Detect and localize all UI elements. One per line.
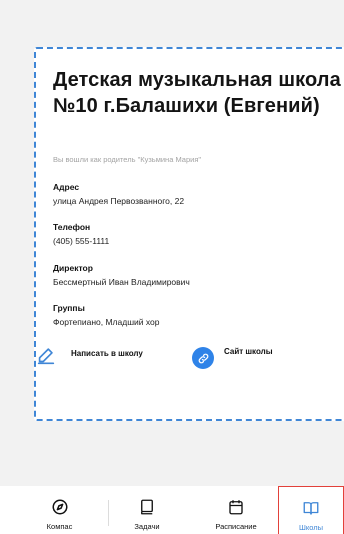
address-value: улица Андрея Первозванного, 22: [53, 196, 185, 206]
school-site-button[interactable]: Сайт школы: [224, 347, 284, 357]
nav-item-compass[interactable]: Компас: [32, 486, 87, 534]
link-icon[interactable]: [192, 347, 214, 369]
nav-divider: [108, 500, 109, 526]
nav-label-schedule: Расписание: [215, 522, 257, 531]
phone-label: Телефон: [53, 222, 91, 232]
calendar-icon: [229, 500, 243, 515]
open-book-icon: [303, 502, 319, 515]
phone-field: Телефон (405) 555-1111: [53, 222, 109, 247]
book-icon: [141, 499, 153, 515]
director-label: Директор: [53, 263, 93, 273]
nav-item-schedule[interactable]: Расписание: [198, 486, 274, 534]
nav-item-tasks[interactable]: Задачи: [122, 486, 172, 534]
write-to-school-button[interactable]: Написать в школу: [71, 349, 143, 359]
compass-icon: [52, 499, 67, 515]
school-title: Детская музыкальная школа №10 г.Балашихи…: [53, 69, 341, 117]
school-card: Детская музыкальная школа №10 г.Балашихи…: [34, 47, 344, 421]
address-field: Адрес улица Андрея Первозванного, 22: [53, 182, 184, 207]
phone-value[interactable]: (405) 555-1111: [53, 235, 109, 247]
director-value: Бессмертный Иван Владимирович: [53, 277, 190, 287]
nav-item-schools[interactable]: Школы: [278, 486, 344, 534]
groups-field: Группы Фортепиано, Младший хор: [53, 303, 160, 328]
bottom-nav: Компас Задачи Расписание Школы: [0, 486, 344, 534]
groups-value: Фортепиано, Младший хор: [53, 317, 160, 327]
groups-label: Группы: [53, 303, 85, 313]
edit-icon[interactable]: [35, 345, 57, 367]
director-field: Директор Бессмертный Иван Владимирович: [53, 263, 190, 288]
nav-label-compass: Компас: [46, 522, 73, 531]
nav-label-schools: Школы: [298, 523, 323, 532]
address-label: Адрес: [53, 182, 80, 192]
login-note: Вы вошли как родитель "Кузьмина Мария": [53, 155, 202, 164]
nav-label-tasks: Задачи: [134, 522, 160, 531]
